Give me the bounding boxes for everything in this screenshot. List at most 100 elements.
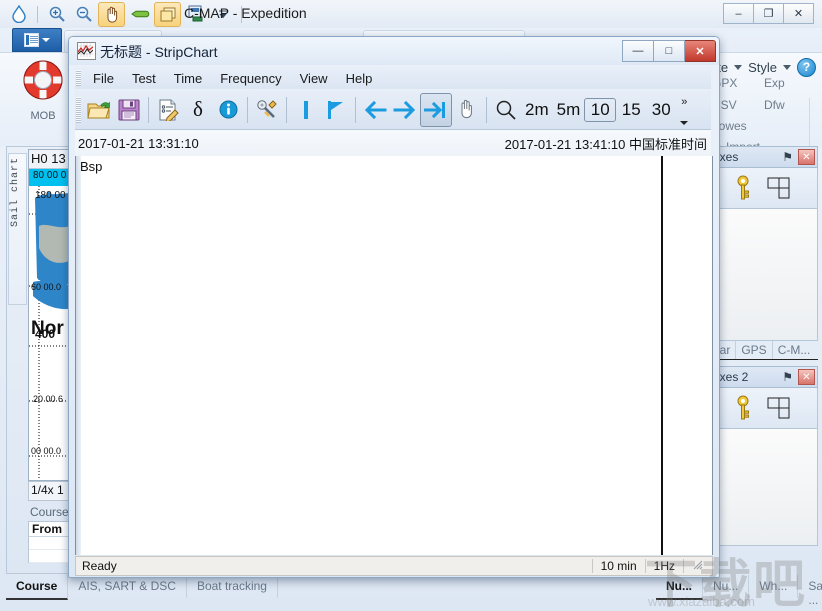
sail-chart-map[interactable]: 60 00.0 20 00 6 00 00.0 Nor 400: [29, 186, 73, 480]
app-menu-button[interactable]: [12, 28, 62, 52]
stripchart-window: 无标题 - StripChart — □ ✕ File Test Time Fr…: [68, 36, 720, 578]
table-row[interactable]: [29, 537, 71, 550]
zoom-level-2m[interactable]: 2m: [521, 100, 553, 120]
zoom-level-30[interactable]: 30: [646, 100, 676, 120]
qat-divider-1: [37, 5, 38, 23]
stripchart-plot-area[interactable]: Bsp: [75, 156, 713, 555]
edit-document-icon[interactable]: [153, 94, 183, 126]
app-close-button[interactable]: ✕: [784, 3, 814, 24]
bottom-tab-num-2[interactable]: Nu...: [703, 575, 750, 598]
layers-icon[interactable]: [154, 1, 181, 27]
close-icon[interactable]: ✕: [798, 149, 815, 165]
save-disk-icon[interactable]: [114, 94, 144, 126]
flag-icon[interactable]: [321, 94, 351, 126]
menu-item-help[interactable]: Help: [337, 69, 382, 88]
stripchart-minimize-button[interactable]: —: [622, 40, 654, 62]
info-icon[interactable]: [213, 94, 243, 126]
arrow-right-icon[interactable]: [390, 94, 420, 126]
bottom-tab-num-1[interactable]: Nu...: [656, 575, 703, 600]
sail-chart-header: H0 13: [29, 150, 73, 169]
bottom-tab-course[interactable]: Course: [6, 575, 69, 600]
arrow-left-icon[interactable]: [360, 94, 390, 126]
chevron-down-icon: [42, 38, 50, 42]
time-start-label: 2017-01-21 13:31:10: [78, 135, 199, 151]
bottom-tab-boat-tracking[interactable]: Boat tracking: [187, 575, 278, 598]
key-icon: [737, 395, 749, 420]
menu-item-view[interactable]: View: [291, 69, 337, 88]
right-tab-gps[interactable]: GPS: [736, 341, 773, 359]
pointer-ellipse-icon[interactable]: [127, 3, 152, 26]
course-grid-header-from[interactable]: From: [29, 522, 71, 537]
delta-icon[interactable]: δ: [183, 94, 213, 126]
hand-icon[interactable]: [452, 94, 482, 126]
toolbar-grip[interactable]: [76, 96, 81, 123]
plot-vertical-scrollbar[interactable]: [76, 156, 81, 555]
droplet-icon[interactable]: [6, 3, 31, 26]
zoom-level-10[interactable]: 10: [584, 97, 617, 122]
style-dropdown-label[interactable]: Style: [748, 60, 777, 75]
pin-icon[interactable]: ⚑: [782, 150, 793, 164]
right-tab-cmap[interactable]: C-M...: [773, 341, 816, 359]
state-chevron-down-icon[interactable]: [734, 64, 743, 70]
bar-marker-icon[interactable]: [291, 94, 321, 126]
toolbar-divider-5: [486, 96, 487, 123]
time-end-label: 2017-01-21 13:41:10 中国标准时间: [504, 136, 707, 152]
status-resize-grip[interactable]: [683, 559, 712, 573]
stripchart-icon: [77, 42, 96, 60]
toolbar-overflow[interactable]: »: [676, 93, 692, 127]
menubar-grip[interactable]: [76, 70, 81, 86]
app-maximize-button[interactable]: ❐: [754, 3, 784, 24]
course-panel: Course From: [28, 503, 72, 565]
style-chevron-down-icon[interactable]: [783, 64, 791, 70]
right-panel-2-body[interactable]: [708, 429, 818, 546]
ribbon-item-dfw[interactable]: Dfw: [764, 98, 785, 112]
toolbar-divider-1: [148, 96, 149, 123]
app-minimize-button[interactable]: –: [723, 3, 754, 24]
open-folder-icon[interactable]: [84, 94, 114, 126]
arrow-to-end-icon[interactable]: [420, 92, 452, 127]
close-icon[interactable]: ✕: [798, 369, 815, 385]
help-icon[interactable]: ?: [797, 57, 816, 77]
zoom-out-icon[interactable]: [71, 3, 96, 26]
menu-item-file[interactable]: File: [84, 69, 123, 88]
right-panel-2: oxes 2 ⚑ ✕: [708, 366, 818, 546]
right-panel-2-tools: [708, 388, 818, 429]
chevron-down-icon[interactable]: [680, 120, 689, 125]
right-panel-1-tabs: dar GPS C-M...: [708, 341, 818, 360]
table-row[interactable]: [29, 550, 71, 563]
toolbar-overflow-icon[interactable]: »: [678, 96, 690, 108]
app-titlebar: C-MAP - Expedition – ❐ ✕: [0, 0, 822, 29]
key-wrench-icon[interactable]: [252, 94, 282, 126]
course-grid[interactable]: From: [28, 521, 72, 563]
pan-hand-icon[interactable]: [98, 1, 125, 27]
blocks-icon: [767, 177, 790, 199]
bottom-tab-wh[interactable]: Wh...: [749, 575, 799, 598]
right-panel-1-tools: [708, 168, 818, 209]
stripchart-maximize-button[interactable]: □: [654, 40, 685, 62]
stripchart-close-button[interactable]: ✕: [685, 40, 716, 62]
right-dock: oxes ⚑ ✕ dar GPS C-M... oxes 2 ⚑ ✕: [708, 146, 818, 546]
menu-item-test[interactable]: Test: [123, 69, 165, 88]
menu-item-frequency[interactable]: Frequency: [211, 69, 290, 88]
right-panel-1: oxes ⚑ ✕ dar GPS C-M...: [708, 146, 818, 360]
status-duration: 10 min: [591, 559, 645, 573]
zoom-level-5m[interactable]: 5m: [553, 100, 585, 120]
zoom-level-15[interactable]: 15: [616, 100, 646, 120]
magnifier-icon[interactable]: [491, 94, 521, 126]
plot-cursor-line[interactable]: [661, 156, 663, 555]
bottom-tabstrip-left: Course AIS, SART & DSC Boat tracking: [6, 575, 278, 603]
menu-item-time[interactable]: Time: [165, 69, 211, 88]
ribbon-item-exp[interactable]: Exp: [764, 76, 785, 90]
sail-chart-value-2: 180 00: [35, 190, 66, 201]
sidebar-vertical-tab-sail-chart[interactable]: Sail chart: [8, 153, 27, 305]
stripchart-titlebar[interactable]: 无标题 - StripChart — □ ✕: [69, 37, 719, 65]
right-panel-2-header: oxes 2 ⚑ ✕: [708, 366, 818, 388]
right-panel-1-body[interactable]: [708, 209, 818, 341]
stripchart-title: 无标题 - StripChart: [100, 44, 218, 60]
bottom-tab-ais-sart-dsc[interactable]: AIS, SART & DSC: [68, 575, 187, 598]
zoom-in-icon[interactable]: [44, 3, 69, 26]
pin-icon[interactable]: ⚑: [782, 370, 793, 384]
bottom-tab-sail[interactable]: Sail ...: [798, 575, 822, 611]
stripchart-window-controls: — □ ✕: [622, 40, 716, 62]
toolbar-divider-4: [355, 96, 356, 123]
